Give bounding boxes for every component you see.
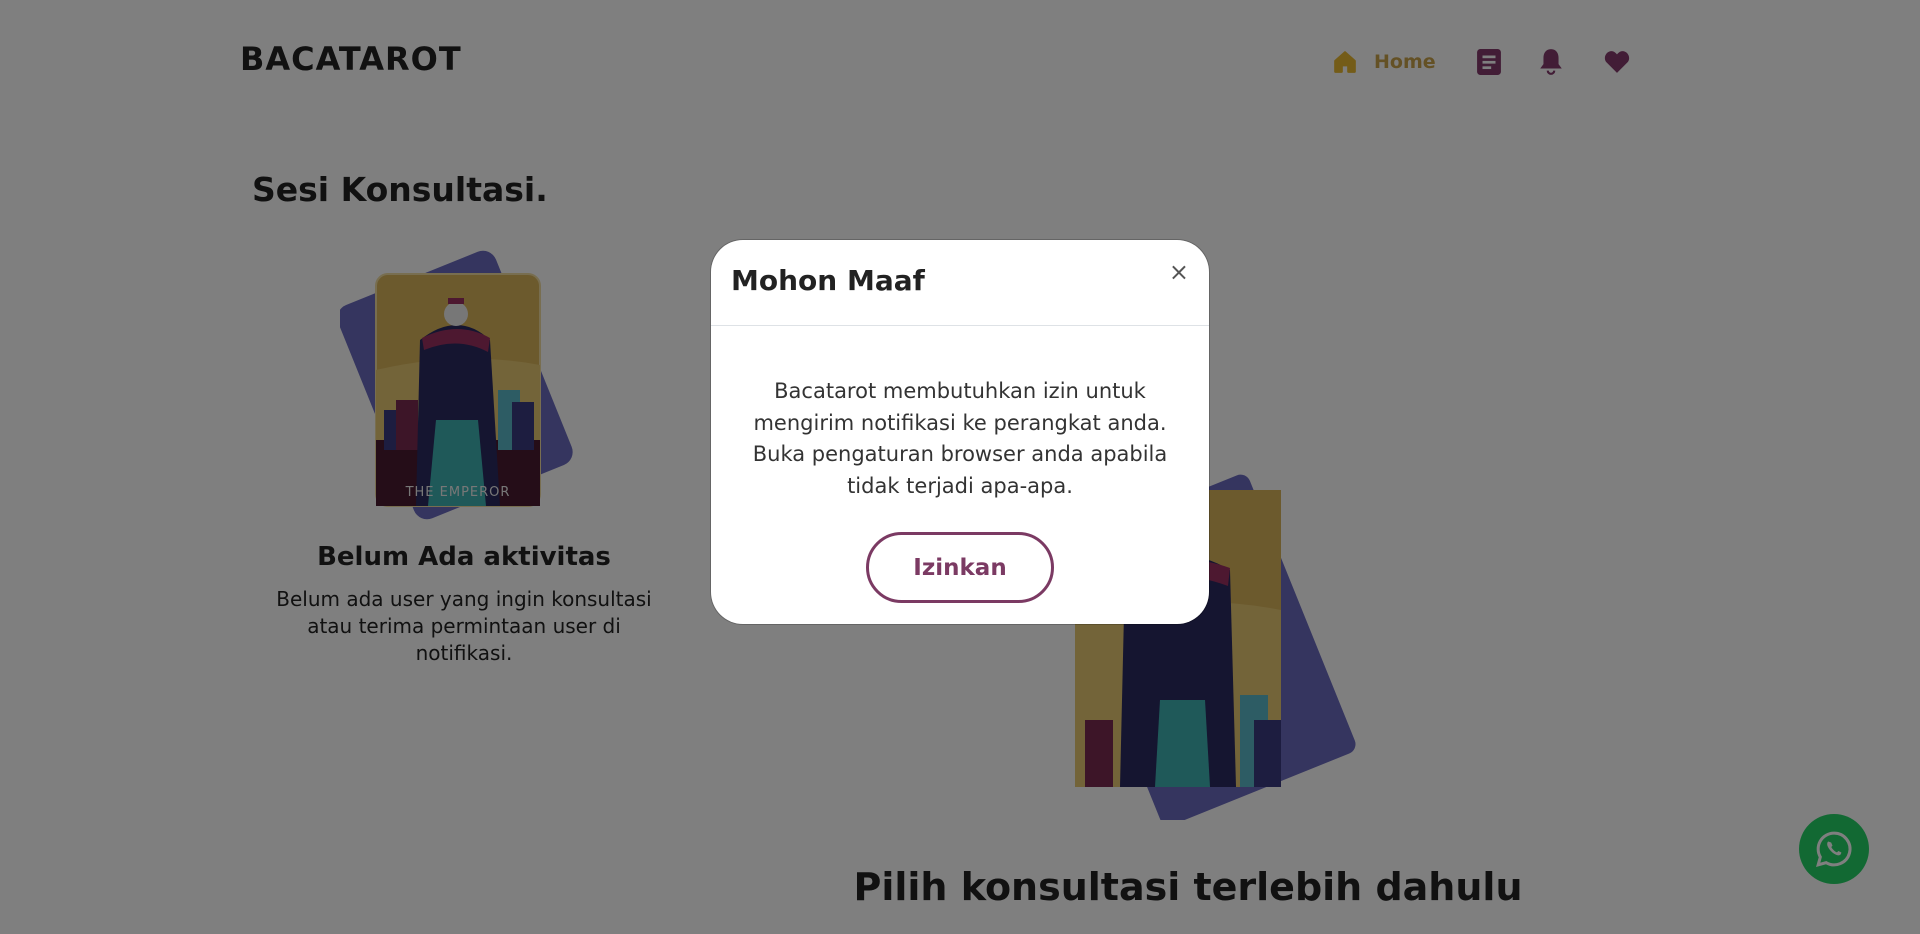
close-icon[interactable]: ×	[1169, 260, 1189, 284]
modal-header: Mohon Maaf ×	[711, 240, 1209, 326]
allow-button[interactable]: Izinkan	[866, 532, 1054, 603]
modal-message: Bacatarot membutuhkan izin untuk mengiri…	[752, 379, 1168, 498]
modal-title: Mohon Maaf	[731, 264, 925, 297]
permission-modal: Mohon Maaf × Bacatarot membutuhkan izin …	[711, 240, 1209, 624]
